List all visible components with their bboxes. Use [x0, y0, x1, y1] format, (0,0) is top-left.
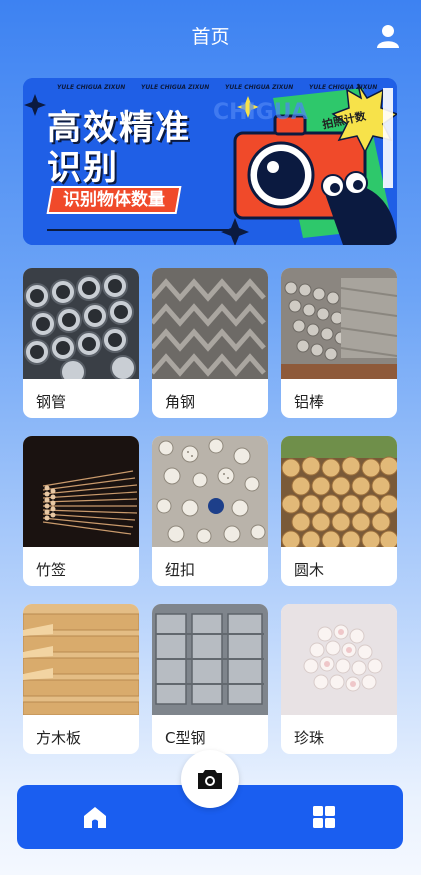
promo-banner[interactable]: YULE CHIGUA ZIXUN YULE CHIGUA ZIXUN YULE… — [23, 78, 397, 245]
user-icon[interactable] — [377, 24, 399, 48]
category-label: 钢管 — [36, 393, 67, 411]
angle-steel-image — [152, 268, 268, 379]
category-label: 纽扣 — [165, 561, 196, 579]
banner-watermark: CHIGUA — [213, 100, 309, 125]
category-label: C型钢 — [165, 729, 206, 747]
banner-deco-text: YULE CHIGUA ZIXUN — [309, 84, 378, 91]
category-card-wood-plank[interactable]: 方木板 — [23, 604, 139, 754]
category-label: 竹签 — [36, 561, 67, 579]
log-image — [281, 436, 397, 547]
wood-plank-image — [23, 604, 139, 715]
header: 首页 — [0, 0, 421, 72]
category-label: 角钢 — [165, 393, 196, 411]
camera-button[interactable] — [181, 750, 239, 808]
category-card-angle-steel[interactable]: 角钢 — [152, 268, 268, 418]
banner-deco-text: YULE CHIGUA ZIXUN — [225, 84, 294, 91]
c-steel-image — [152, 604, 268, 715]
camera-icon — [198, 770, 222, 789]
category-card-log[interactable]: 圆木 — [281, 436, 397, 586]
pearl-image — [281, 604, 397, 715]
category-card-bamboo-stick[interactable]: 竹签 — [23, 436, 139, 586]
banner-deco-text: YULE CHIGUA ZIXUN — [141, 84, 210, 91]
category-card-c-steel[interactable]: C型钢 — [152, 604, 268, 754]
category-card-aluminum-rod[interactable]: 铝棒 — [281, 268, 397, 418]
home-icon[interactable] — [83, 805, 107, 829]
category-label: 珍珠 — [294, 729, 325, 747]
steel-pipe-image — [23, 268, 139, 379]
page-title: 首页 — [191, 26, 230, 48]
aluminum-rod-image — [281, 268, 397, 379]
category-label: 铝棒 — [294, 393, 325, 411]
category-label: 圆木 — [294, 561, 325, 579]
grid-icon[interactable] — [313, 806, 335, 828]
button-image — [152, 436, 268, 547]
category-card-button[interactable]: 纽扣 — [152, 436, 268, 586]
banner-deco-text: YULE CHIGUA ZIXUN — [57, 84, 126, 91]
banner-tag: 识别物体数量 — [46, 186, 182, 214]
category-label: 方木板 — [36, 729, 82, 747]
category-card-pearl[interactable]: 珍珠 — [281, 604, 397, 754]
category-card-steel-pipe[interactable]: 钢管 — [23, 268, 139, 418]
banner-heading-line2: 识别 — [47, 148, 119, 188]
bamboo-stick-image — [23, 436, 139, 547]
